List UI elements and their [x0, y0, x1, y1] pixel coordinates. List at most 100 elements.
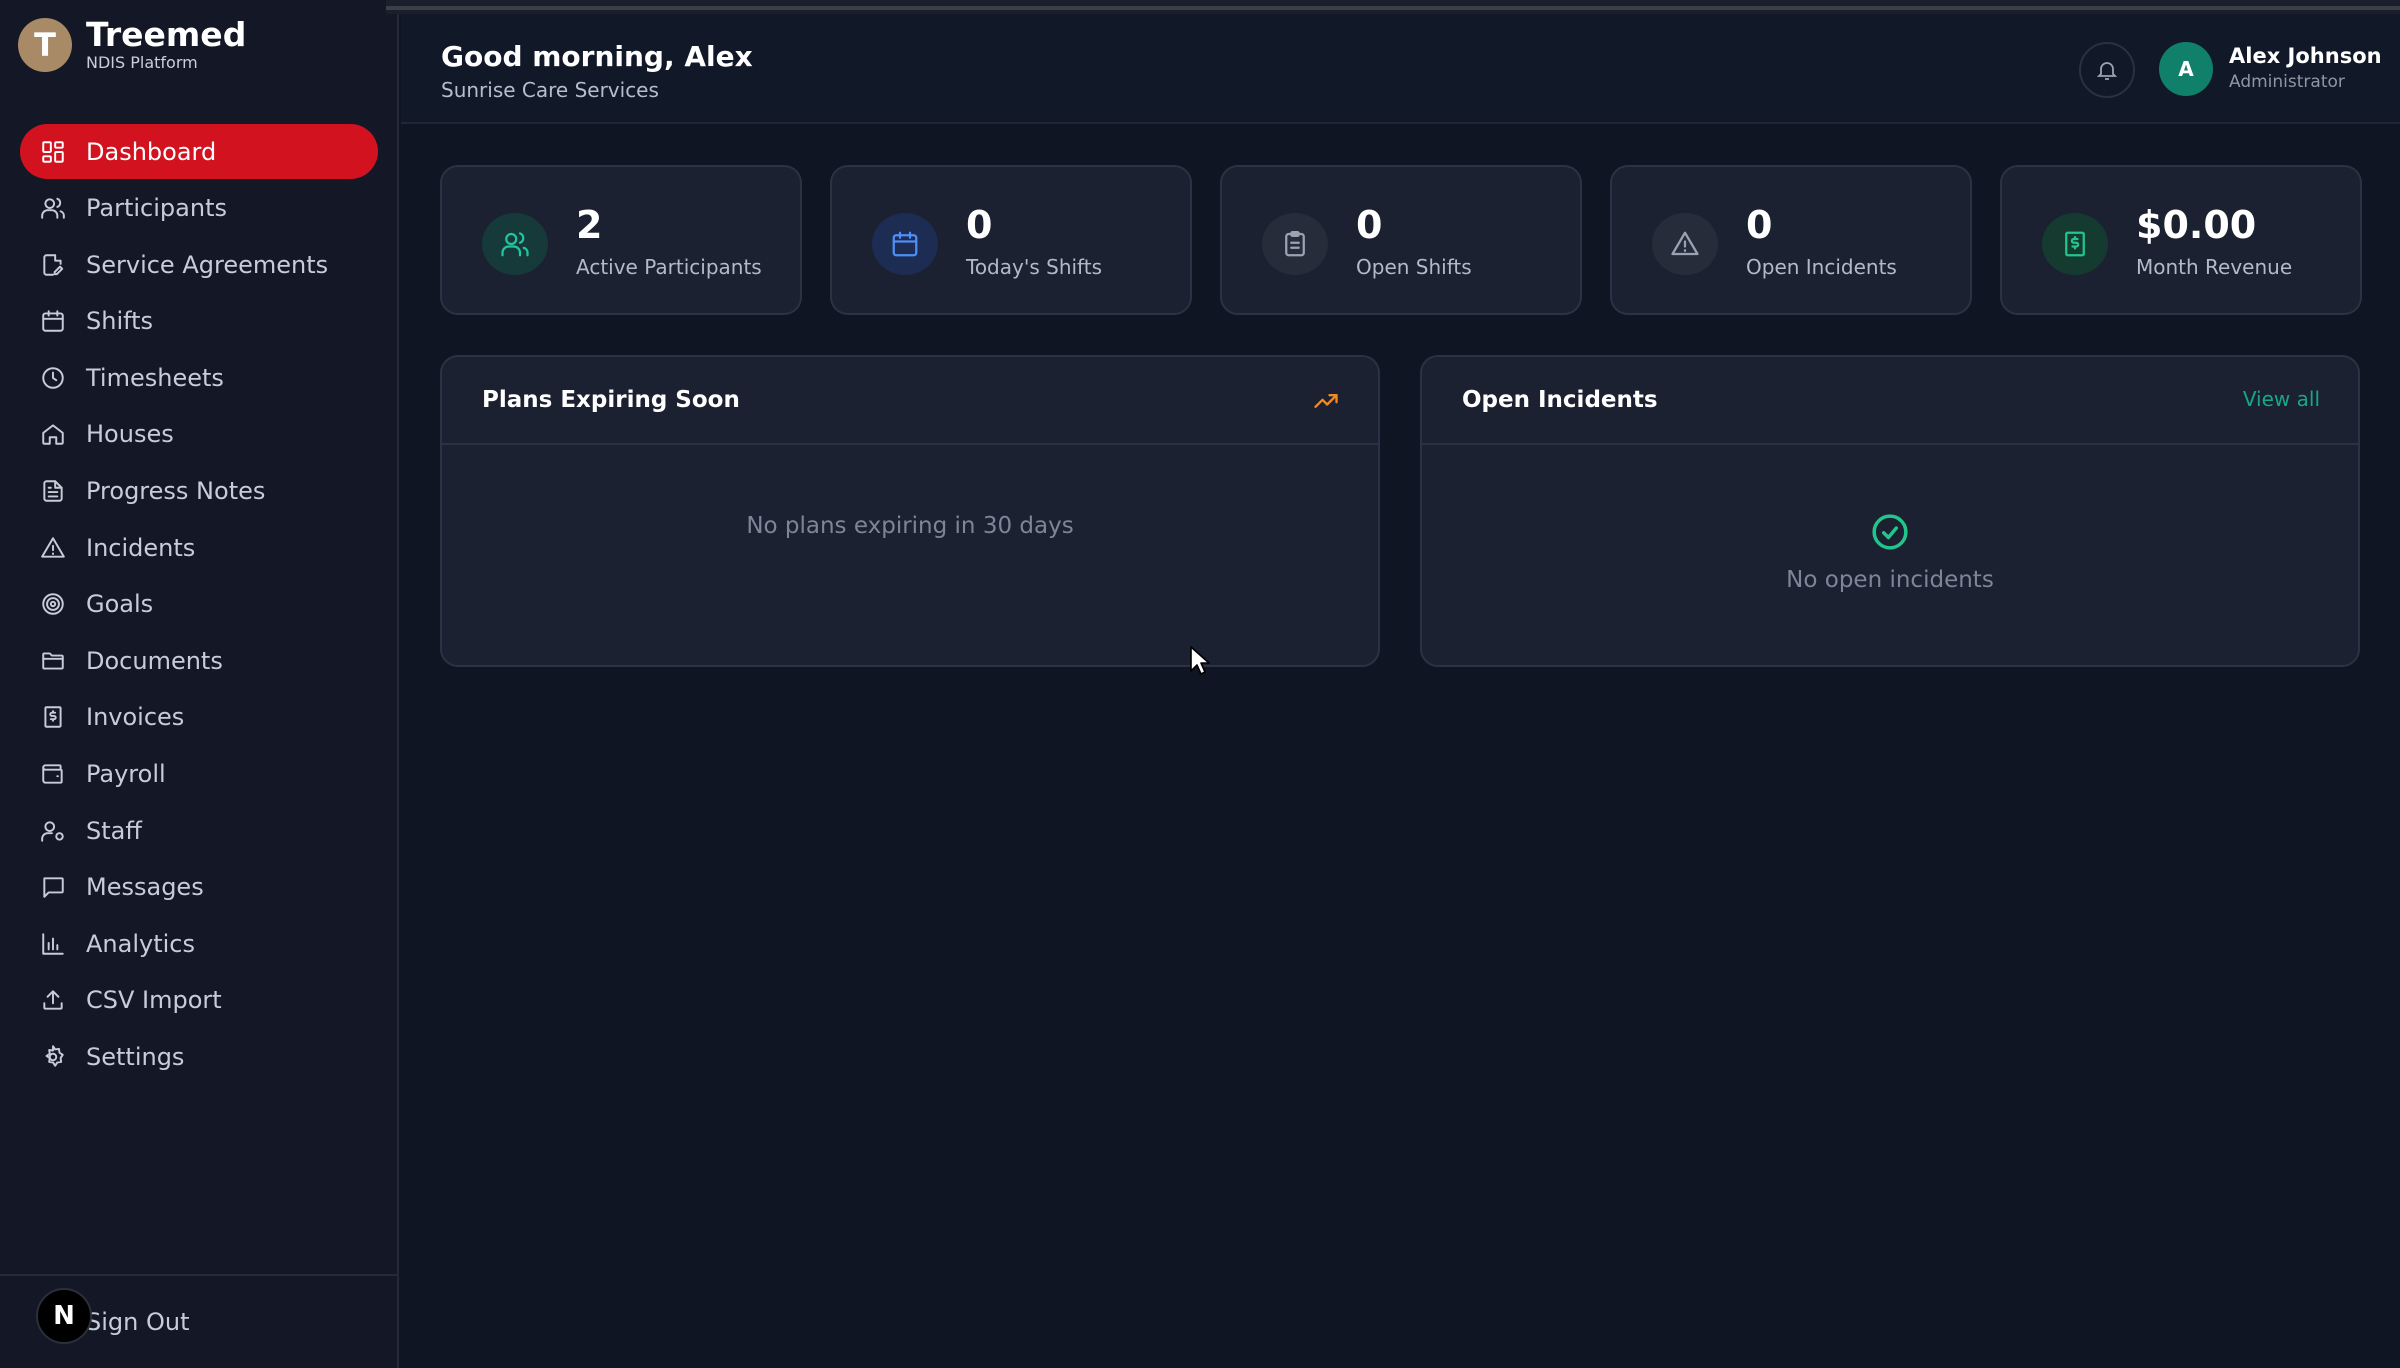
sidebar-item-label: Progress Notes [86, 477, 266, 506]
user-name: Alex Johnson [2229, 44, 2382, 68]
clipboard-icon [1262, 213, 1328, 275]
view-all-link[interactable]: View all [2243, 387, 2320, 411]
sidebar-item-label: Houses [86, 420, 174, 449]
sidebar-item-csv-import[interactable]: CSV Import [20, 973, 378, 1028]
sidebar-item-label: Settings [86, 1043, 185, 1071]
clock-icon [40, 365, 66, 391]
sidebar-item-goals[interactable]: Goals [20, 577, 378, 632]
sidebar: T Treemed NDIS Platform Dashboard Partic… [0, 0, 399, 1368]
sign-out-button[interactable]: Sign Out [86, 1308, 190, 1336]
sidebar-item-messages[interactable]: Messages [20, 860, 378, 915]
brand-text: Treemed NDIS Platform [86, 17, 246, 73]
warning-icon [40, 535, 66, 561]
sidebar-footer: Sign Out N [0, 1274, 397, 1368]
header: Good morning, Alex Sunrise Care Services… [401, 14, 2400, 124]
sidebar-item-label: Shifts [86, 307, 154, 336]
receipt-icon [40, 704, 66, 730]
warning-icon [1652, 213, 1718, 275]
dashboard-icon [40, 139, 66, 165]
sidebar-item-label: Incidents [86, 533, 196, 562]
folder-icon [40, 648, 66, 674]
page-title: Good morning, Alex [441, 40, 753, 73]
app-root: T Treemed NDIS Platform Dashboard Partic… [0, 0, 2400, 1368]
sidebar-item-label: Analytics [86, 929, 195, 958]
panel-header: Open Incidents View all [1422, 357, 2358, 445]
check-circle-icon [1871, 513, 1909, 551]
sidebar-item-label: Goals [86, 590, 154, 619]
empty-state-text: No plans expiring in 30 days [746, 513, 1074, 539]
sidebar-item-shifts[interactable]: Shifts [20, 294, 378, 349]
stat-card-open-shifts: 0 Open Shifts [1220, 165, 1582, 315]
stats-row: 2 Active Participants 0 Today's Shifts 0… [440, 165, 2362, 315]
sidebar-item-label: Timesheets [86, 363, 224, 392]
house-icon [40, 421, 66, 447]
wallet-icon [40, 761, 66, 787]
stat-card-month-revenue: $0.00 Month Revenue [2000, 165, 2362, 315]
scrollbar[interactable] [386, 6, 2400, 10]
sidebar-item-label: Invoices [86, 703, 185, 732]
users-icon [40, 195, 66, 221]
sidebar-item-label: Staff [86, 816, 142, 845]
empty-state-text: No open incidents [1786, 567, 1994, 593]
notifications-button[interactable] [2079, 42, 2135, 98]
sidebar-item-houses[interactable]: Houses [20, 407, 378, 462]
sidebar-item-progress-notes[interactable]: Progress Notes [20, 464, 378, 519]
receipt-icon [2042, 213, 2108, 275]
brand-subtitle: NDIS Platform [86, 53, 198, 72]
sidebar-item-label: Messages [86, 873, 204, 902]
gear-icon [40, 1044, 66, 1070]
calendar-icon [872, 213, 938, 275]
brand[interactable]: T Treemed NDIS Platform [18, 17, 246, 73]
sidebar-item-label: CSV Import [86, 986, 222, 1015]
stat-value: 0 [1356, 203, 1383, 247]
sidebar-nav: Dashboard Participants Service Agreement… [20, 124, 378, 1086]
users-icon [482, 213, 548, 275]
bar-chart-icon [40, 931, 66, 957]
stat-value: 0 [1746, 203, 1773, 247]
stat-label: Active Participants [576, 255, 762, 279]
sidebar-item-settings[interactable]: Settings [20, 1030, 378, 1085]
dev-tools-badge[interactable]: N [36, 1288, 92, 1344]
sidebar-item-staff[interactable]: Staff [20, 803, 378, 858]
stat-value: 2 [576, 203, 603, 247]
user-cog-icon [40, 818, 66, 844]
mouse-cursor-icon [1190, 646, 1210, 675]
sidebar-item-label: Participants [86, 194, 227, 223]
brand-name: Treemed [86, 15, 247, 54]
stat-value: $0.00 [2136, 203, 2257, 247]
panel-header: Plans Expiring Soon [442, 357, 1378, 445]
bell-icon [2096, 62, 2118, 80]
sidebar-item-label: Payroll [86, 760, 166, 789]
sidebar-item-label: Dashboard [86, 137, 217, 166]
stat-card-open-incidents: 0 Open Incidents [1610, 165, 1972, 315]
sidebar-item-service-agreements[interactable]: Service Agreements [20, 237, 378, 292]
target-icon [40, 591, 66, 617]
open-incidents-panel: Open Incidents View all No open incident… [1420, 355, 2360, 667]
sidebar-item-incidents[interactable]: Incidents [20, 520, 378, 575]
notes-icon [40, 478, 66, 504]
sidebar-item-label: Service Agreements [86, 250, 329, 279]
sidebar-item-timesheets[interactable]: Timesheets [20, 350, 378, 405]
upload-icon [40, 987, 66, 1013]
sidebar-item-label: Documents [86, 646, 223, 675]
trending-up-icon [1312, 387, 1340, 415]
stat-label: Open Shifts [1356, 255, 1472, 279]
avatar[interactable]: A [2159, 42, 2213, 96]
sidebar-item-payroll[interactable]: Payroll [20, 747, 378, 802]
stat-label: Open Incidents [1746, 255, 1897, 279]
sidebar-item-dashboard[interactable]: Dashboard [20, 124, 378, 179]
plans-expiring-panel: Plans Expiring Soon No plans expiring in… [440, 355, 1380, 667]
panel-title: Open Incidents [1462, 387, 1658, 413]
stat-label: Month Revenue [2136, 255, 2293, 279]
panel-title: Plans Expiring Soon [482, 387, 740, 413]
stat-value: 0 [966, 203, 993, 247]
sidebar-item-invoices[interactable]: Invoices [20, 690, 378, 745]
top-scroll-strip [386, 0, 2400, 14]
user-role: Administrator [2229, 72, 2345, 92]
sidebar-item-analytics[interactable]: Analytics [20, 916, 378, 971]
calendar-icon [40, 308, 66, 334]
sidebar-item-participants[interactable]: Participants [20, 181, 378, 236]
file-signature-icon [40, 252, 66, 278]
sidebar-item-documents[interactable]: Documents [20, 633, 378, 688]
stat-card-todays-shifts: 0 Today's Shifts [830, 165, 1192, 315]
